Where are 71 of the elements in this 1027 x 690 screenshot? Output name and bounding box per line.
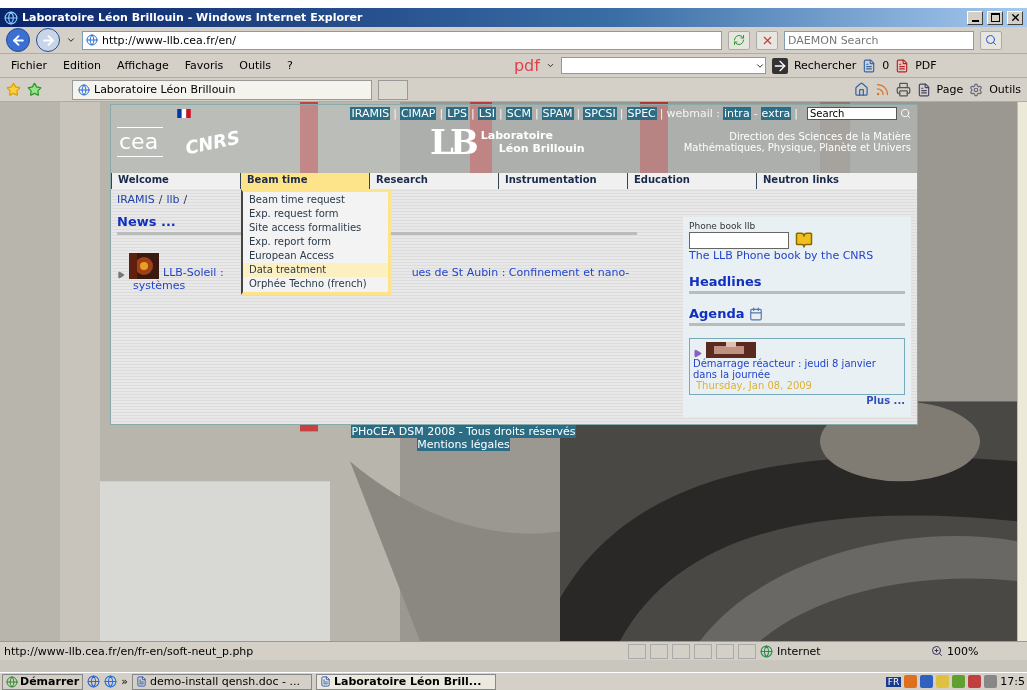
page-menu[interactable]: Page xyxy=(936,83,964,96)
forward-button[interactable] xyxy=(36,28,60,52)
menu-item[interactable]: Outils xyxy=(234,59,277,72)
status-pane xyxy=(628,643,646,659)
menu-item[interactable]: Fichier xyxy=(6,59,52,72)
maximize-icon xyxy=(990,13,1000,22)
zoom-level[interactable]: 100% xyxy=(947,644,979,658)
quick-launch-icon[interactable] xyxy=(104,675,118,688)
window-title: Laboratoire Léon Brillouin - Windows Internet Explorer xyxy=(22,11,364,24)
pdf-button[interactable]: PDF xyxy=(915,59,937,72)
zone-text: Internet xyxy=(777,644,822,658)
tray-icon[interactable] xyxy=(968,675,982,688)
language-indicator[interactable]: FR xyxy=(885,676,902,687)
popup-count: 0 xyxy=(882,59,890,72)
forward-arrow-icon xyxy=(40,32,56,48)
menu-item[interactable]: Affichage xyxy=(112,59,174,72)
menu-item[interactable]: Favoris xyxy=(179,59,229,72)
tray-icon[interactable] xyxy=(904,675,918,688)
new-tab-button[interactable] xyxy=(378,79,408,100)
taskbar-button[interactable]: demo-install qensh.doc - ... xyxy=(131,673,312,690)
tray-icon[interactable] xyxy=(952,675,966,688)
stop-button[interactable] xyxy=(756,30,778,50)
taskbar-button[interactable]: Laboratoire Léon Brill... xyxy=(315,673,496,690)
browser-icon xyxy=(4,10,18,25)
settings-icon xyxy=(969,82,984,97)
status-pane xyxy=(716,643,734,659)
add-favorite-icon[interactable] xyxy=(27,82,42,97)
close-icon xyxy=(1009,12,1021,23)
refresh-button[interactable] xyxy=(728,30,750,50)
pdf-dropdown-icon[interactable] xyxy=(545,61,555,70)
tray-icon[interactable] xyxy=(984,675,998,688)
zoom-icon[interactable] xyxy=(931,645,943,657)
status-pane xyxy=(650,643,668,659)
popup-icon xyxy=(862,58,877,73)
menu-item[interactable]: ? xyxy=(282,59,298,72)
maximize-button[interactable] xyxy=(987,10,1003,25)
pdf-icon xyxy=(895,58,910,73)
clock: 17:5 xyxy=(1000,675,1025,688)
search-icon xyxy=(985,34,997,46)
internet-zone-icon xyxy=(760,644,773,658)
history-dropdown-icon[interactable] xyxy=(66,35,76,45)
pdf-search-field[interactable] xyxy=(560,57,766,74)
minimize-icon xyxy=(971,19,979,22)
back-button[interactable] xyxy=(6,28,30,52)
tray-icon[interactable] xyxy=(920,675,934,688)
status-pane xyxy=(694,643,712,659)
print-icon[interactable] xyxy=(895,82,911,97)
search-field[interactable]: DAEMON Search xyxy=(784,30,974,50)
close-button[interactable] xyxy=(1007,10,1023,25)
document-icon xyxy=(319,676,331,687)
address-field[interactable]: http://www-llb.cea.fr/en/ xyxy=(82,30,722,50)
home-icon[interactable] xyxy=(853,82,869,97)
search-button[interactable]: Rechercher xyxy=(793,59,857,72)
status-text: http://www-llb.cea.fr/en/fr-en/soft-neut_p.php xyxy=(4,644,255,658)
start-button[interactable]: Démarrer xyxy=(2,673,84,690)
pdf-logo: pdf xyxy=(513,56,540,75)
refresh-icon xyxy=(733,34,745,46)
status-pane xyxy=(672,643,690,659)
quick-launch-icon[interactable] xyxy=(87,675,101,688)
menu-item[interactable]: Edition xyxy=(57,59,106,72)
tools-menu[interactable]: Outils xyxy=(989,83,1021,96)
quick-launch-chevron[interactable]: » xyxy=(121,675,128,688)
go-icon[interactable] xyxy=(771,57,788,74)
search-button[interactable] xyxy=(980,30,1002,50)
status-pane xyxy=(738,643,756,659)
minimize-button[interactable] xyxy=(967,10,983,25)
feed-icon[interactable] xyxy=(874,82,890,97)
address-url: http://www-llb.cea.fr/en/ xyxy=(102,33,236,47)
document-icon xyxy=(135,676,147,687)
scrollbar[interactable] xyxy=(1017,102,1027,641)
browser-tab[interactable]: Laboratoire Léon Brillouin xyxy=(72,79,372,100)
